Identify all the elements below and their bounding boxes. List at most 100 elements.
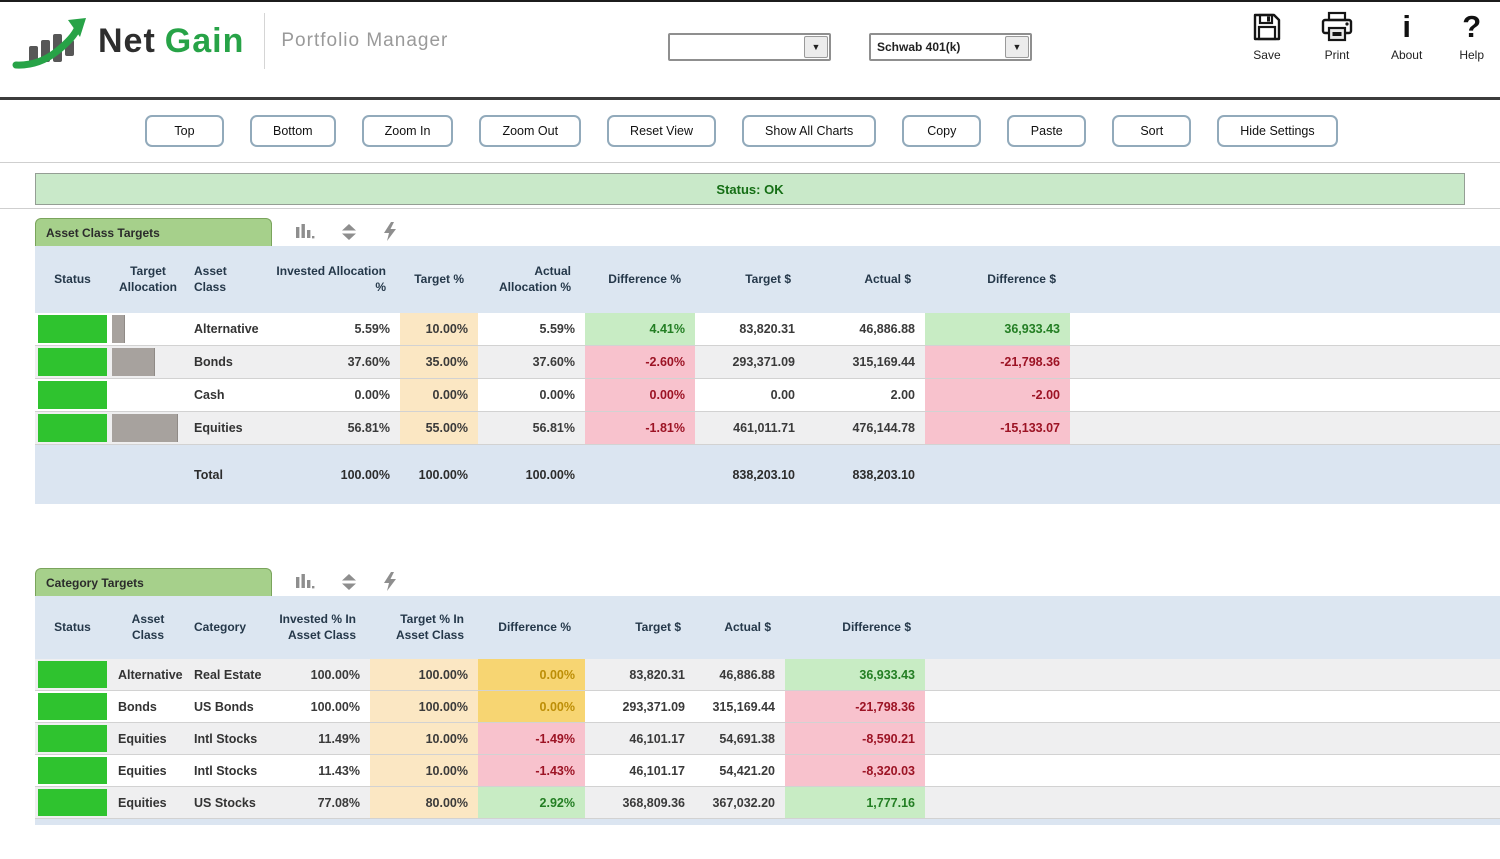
report-select[interactable]: ▼: [668, 33, 831, 61]
table-total-row: Total100.00%100.00%100.00%838,203.10838,…: [35, 445, 1500, 504]
table-row: AlternativeReal Estate100.00%100.00%0.00…: [35, 659, 1500, 691]
total-actual-pct: 100.00%: [478, 468, 585, 482]
cell-target-pct[interactable]: 35.00%: [400, 346, 478, 378]
table-row: Cash0.00%0.00%0.00%0.00%0.002.00-2.00: [35, 379, 1500, 412]
toolbar-button-show-all-charts[interactable]: Show All Charts: [742, 115, 876, 147]
cell-actual-pct: 5.59%: [478, 313, 585, 345]
about-label: About: [1391, 48, 1422, 62]
toolbar-button-hide-settings[interactable]: Hide Settings: [1217, 115, 1337, 147]
cell-asset-class: Cash: [186, 379, 262, 411]
about-icon: i: [1402, 11, 1411, 43]
column-header-target_pct: Target %: [400, 246, 478, 313]
cell-bar-pct: [110, 379, 186, 411]
cell-invested-pct: 11.43%: [262, 755, 370, 786]
chart-columns-icon[interactable]: [295, 573, 315, 590]
cell-target-pct[interactable]: 100.00%: [370, 659, 478, 690]
cell-asset-class: Bonds: [186, 346, 262, 378]
account-select[interactable]: Schwab 401(k) ▼: [869, 33, 1032, 61]
cell-diff-usd: -21,798.36: [785, 691, 925, 722]
cell-category: Intl Stocks: [186, 755, 262, 786]
help-button[interactable]: ? Help: [1459, 11, 1484, 62]
column-header-asset_class: Asset Class: [110, 596, 186, 659]
print-icon: [1320, 11, 1354, 43]
toolbar-button-reset-view[interactable]: Reset View: [607, 115, 716, 147]
cell-target-pct[interactable]: 55.00%: [400, 412, 478, 444]
cell-target-pct[interactable]: 10.00%: [370, 755, 478, 786]
about-button[interactable]: i About: [1391, 11, 1422, 62]
cell-bar-pct: [110, 346, 186, 378]
toolbar-button-zoom-in[interactable]: Zoom In: [362, 115, 454, 147]
cell-actual-usd: 2.00: [805, 379, 925, 411]
column-header-invested_pct: Invested % In Asset Class: [262, 596, 370, 659]
cell-invested-pct: 37.60%: [262, 346, 400, 378]
chevron-down-icon[interactable]: ▼: [1005, 36, 1029, 58]
save-label: Save: [1253, 48, 1280, 62]
account-select-value: Schwab 401(k): [871, 40, 1005, 54]
toolbar: Top Bottom Zoom In Zoom Out Reset View Show A…: [0, 100, 1500, 163]
cell-diff-usd: -15,133.07: [925, 412, 1070, 444]
cell-status: [35, 755, 110, 786]
cell-actual-usd: 54,421.20: [695, 755, 785, 786]
table-row: Bonds37.60%35.00%37.60%-2.60%293,371.093…: [35, 346, 1500, 379]
sort-diamond-icon[interactable]: [340, 573, 358, 591]
cell-bar-pct: [110, 313, 186, 345]
sort-diamond-icon[interactable]: [340, 223, 358, 241]
cell-actual-usd: 46,886.88: [695, 659, 785, 690]
toolbar-button-bottom[interactable]: Bottom: [250, 115, 336, 147]
cell-target-pct[interactable]: 100.00%: [370, 691, 478, 722]
toolbar-button-copy[interactable]: Copy: [902, 115, 981, 147]
allocation-bar: [112, 315, 125, 343]
cell-status: [35, 412, 110, 444]
total-invested-pct: 100.00%: [262, 468, 400, 482]
toolbar-button-sort[interactable]: Sort: [1112, 115, 1191, 147]
cell-invested-pct: 100.00%: [262, 691, 370, 722]
status-bar: Status: OK: [35, 173, 1465, 205]
lightning-icon[interactable]: [383, 572, 397, 591]
cell-target-pct[interactable]: 80.00%: [370, 787, 478, 818]
save-button[interactable]: Save: [1251, 11, 1283, 62]
cell-diff-pct: 4.41%: [585, 313, 695, 345]
brand-name-green: Gain: [165, 22, 245, 61]
cell-target-usd: 0.00: [695, 379, 805, 411]
total-target-usd: 838,203.10: [695, 468, 805, 482]
cell-actual-pct: 37.60%: [478, 346, 585, 378]
tab-label: Category Targets: [46, 576, 144, 590]
cell-diff-usd: 36,933.43: [925, 313, 1070, 345]
table-header: StatusAsset ClassCategoryInvested % In A…: [35, 596, 1500, 659]
print-button[interactable]: Print: [1320, 11, 1354, 62]
table-footer-strip: [35, 819, 1500, 825]
save-icon: [1251, 11, 1283, 43]
toolbar-button-zoom-out[interactable]: Zoom Out: [479, 115, 581, 147]
cell-diff-pct: -1.43%: [478, 755, 585, 786]
cell-category: US Bonds: [186, 691, 262, 722]
cell-actual-usd: 315,169.44: [695, 691, 785, 722]
cell-target-usd: 83,820.31: [585, 659, 695, 690]
toolbar-button-top[interactable]: Top: [145, 115, 224, 147]
lightning-icon[interactable]: [383, 222, 397, 241]
cell-actual-usd: 46,886.88: [805, 313, 925, 345]
status-indicator: [38, 315, 107, 343]
cell-diff-pct: -1.81%: [585, 412, 695, 444]
cell-target-pct[interactable]: 0.00%: [400, 379, 478, 411]
total-target-pct: 100.00%: [400, 468, 478, 482]
tab-asset-class-targets[interactable]: Asset Class Targets: [35, 218, 272, 246]
column-header-target_pct: Target % In Asset Class: [370, 596, 478, 659]
table-row: EquitiesIntl Stocks11.43%10.00%-1.43%46,…: [35, 755, 1500, 787]
chart-columns-icon[interactable]: [295, 223, 315, 240]
column-header-actual_usd: Actual $: [805, 246, 925, 313]
status-indicator: [38, 661, 107, 688]
cell-actual-pct: 0.00%: [478, 379, 585, 411]
chevron-down-icon[interactable]: ▼: [804, 36, 828, 58]
cell-target-pct[interactable]: 10.00%: [370, 723, 478, 754]
cell-asset-class: Equities: [110, 787, 186, 818]
cell-status: [35, 723, 110, 754]
column-header-actual_pct: Actual Allocation %: [478, 246, 585, 313]
allocation-bar: [112, 414, 178, 442]
cell-status: [35, 313, 110, 345]
cell-target-pct[interactable]: 10.00%: [400, 313, 478, 345]
toolbar-button-paste[interactable]: Paste: [1007, 115, 1086, 147]
cell-invested-pct: 56.81%: [262, 412, 400, 444]
column-header-diff_pct: Difference %: [478, 596, 585, 659]
tab-label: Asset Class Targets: [46, 226, 160, 240]
tab-category-targets[interactable]: Category Targets: [35, 568, 272, 596]
